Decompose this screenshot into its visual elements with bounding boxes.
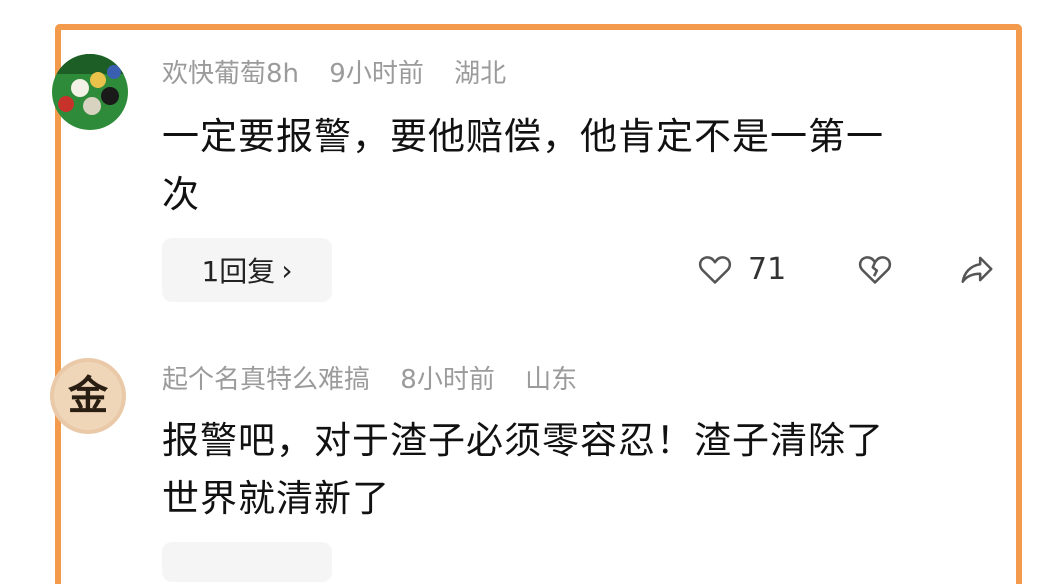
comment-text: 一定要报警，要他赔偿，他肯定不是一第一 次 xyxy=(162,108,1012,224)
comment-location: 山东 xyxy=(525,365,578,395)
share-button[interactable] xyxy=(958,250,996,288)
comment-time: 9小时前 xyxy=(329,59,424,89)
comment-text-line: 次 xyxy=(162,173,200,216)
author-name[interactable]: 欢快葡萄8h xyxy=(162,59,299,89)
comment-text-line: 报警吧，对于渣子必须零容忍！渣子清除了 xyxy=(162,419,884,462)
user-avatar[interactable] xyxy=(52,54,128,130)
comment-meta: 欢快葡萄8h 9小时前 湖北 xyxy=(162,56,528,92)
user-avatar[interactable]: 金 xyxy=(50,358,126,434)
chevron-right-icon: › xyxy=(281,253,293,287)
comment-time: 8小时前 xyxy=(400,365,495,395)
dislike-button[interactable] xyxy=(856,250,894,288)
comment-location: 湖北 xyxy=(454,59,507,89)
billiard-balls-avatar xyxy=(52,54,128,130)
heart-outline-icon xyxy=(698,256,732,284)
view-replies-button[interactable] xyxy=(162,542,332,582)
author-name[interactable]: 起个名真特么难搞 xyxy=(162,365,370,395)
comment-meta: 起个名真特么难搞 8小时前 山东 xyxy=(162,362,599,398)
like-button[interactable]: 71 xyxy=(696,250,786,288)
comment-text: 报警吧，对于渣子必须零容忍！渣子清除了 世界就清新了 xyxy=(162,412,1012,528)
avatar-character: 金 xyxy=(68,372,108,419)
comment-text-line: 世界就清新了 xyxy=(162,477,390,520)
comment-text-line: 一定要报警，要他赔偿，他肯定不是一第一 xyxy=(162,115,884,158)
view-replies-button[interactable]: 1回复 › xyxy=(162,238,332,302)
broken-heart-icon xyxy=(858,256,892,284)
reply-count-label: 1回复 xyxy=(201,255,276,288)
like-count: 71 xyxy=(748,251,787,287)
share-arrow-icon xyxy=(961,256,993,283)
